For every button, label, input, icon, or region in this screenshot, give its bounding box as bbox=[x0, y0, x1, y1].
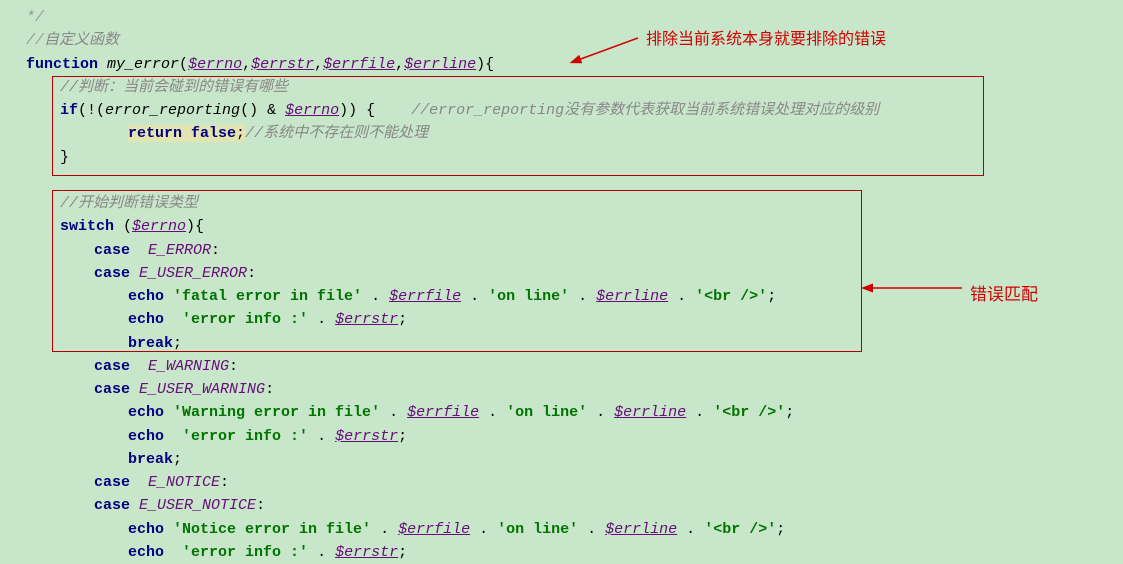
const-error: E_ERROR bbox=[148, 242, 211, 259]
var-file: $errfile bbox=[389, 288, 461, 305]
comment-noexist: //系统中不存在则不能处理 bbox=[245, 125, 428, 142]
const-notice: E_NOTICE bbox=[148, 474, 220, 491]
kw-break: break bbox=[128, 335, 173, 352]
comment-end: */ bbox=[26, 9, 44, 26]
comment-start-judge: //开始判断错误类型 bbox=[60, 195, 198, 212]
comment-slash: // bbox=[26, 32, 44, 49]
kw-return: return bbox=[128, 125, 182, 142]
str-info: 'error info :' bbox=[182, 428, 308, 445]
var-errno: $errno bbox=[285, 102, 339, 119]
kw-case: case bbox=[94, 381, 130, 398]
kw-echo: echo bbox=[128, 428, 164, 445]
kw-case: case bbox=[94, 358, 130, 375]
kw-function: function bbox=[26, 56, 98, 73]
comment-er: //error_reporting没有参数代表获取当前系统错误处理对应的级别 bbox=[411, 102, 879, 119]
fn-error-reporting: error_reporting bbox=[105, 102, 240, 119]
fn-name: my_error bbox=[107, 56, 179, 73]
param-errstr: $errstr bbox=[251, 56, 314, 73]
annotation-top: 排除当前系统本身就要排除的错误 bbox=[646, 28, 886, 53]
var-str: $errstr bbox=[335, 544, 398, 561]
comment-custom-func: 自定义函数 bbox=[44, 32, 119, 49]
const-unotice: E_USER_NOTICE bbox=[139, 497, 256, 514]
kw-case: case bbox=[94, 497, 130, 514]
var-file: $errfile bbox=[398, 521, 470, 538]
kw-false: false bbox=[191, 125, 236, 142]
str-online: 'on line' bbox=[488, 288, 569, 305]
kw-echo: echo bbox=[128, 521, 164, 538]
kw-echo: echo bbox=[128, 311, 164, 328]
kw-echo: echo bbox=[128, 288, 164, 305]
kw-echo: echo bbox=[128, 404, 164, 421]
kw-case: case bbox=[94, 474, 130, 491]
var-line: $errline bbox=[596, 288, 668, 305]
annotation-right: 错误匹配 bbox=[970, 282, 1038, 308]
param-errno: $errno bbox=[188, 56, 242, 73]
kw-switch: switch bbox=[60, 218, 114, 235]
code-block: */ //自定义函数 function my_error($errno,$err… bbox=[0, 0, 1123, 564]
str-br: '<br />' bbox=[704, 521, 776, 538]
var-line: $errline bbox=[614, 404, 686, 421]
kw-case: case bbox=[94, 265, 130, 282]
var-str: $errstr bbox=[335, 428, 398, 445]
var-str: $errstr bbox=[335, 311, 398, 328]
str-br: '<br />' bbox=[695, 288, 767, 305]
var-line: $errline bbox=[605, 521, 677, 538]
str-online: 'on line' bbox=[506, 404, 587, 421]
param-errfile: $errfile bbox=[323, 56, 395, 73]
str-br: '<br />' bbox=[713, 404, 785, 421]
str-fatal: 'fatal error in file' bbox=[173, 288, 362, 305]
var-file: $errfile bbox=[407, 404, 479, 421]
const-uerror: E_USER_ERROR bbox=[139, 265, 247, 282]
kw-if: if bbox=[60, 102, 78, 119]
const-warning: E_WARNING bbox=[148, 358, 229, 375]
kw-case: case bbox=[94, 242, 130, 259]
str-warning: 'Warning error in file' bbox=[173, 404, 380, 421]
kw-echo: echo bbox=[128, 544, 164, 561]
str-notice: 'Notice error in file' bbox=[173, 521, 371, 538]
var-errno2: $errno bbox=[132, 218, 186, 235]
comment-judge: //判断：当前会碰到的错误有哪些 bbox=[60, 79, 288, 96]
str-info: 'error info :' bbox=[182, 311, 308, 328]
const-uwarning: E_USER_WARNING bbox=[139, 381, 265, 398]
str-info: 'error info :' bbox=[182, 544, 308, 561]
str-online: 'on line' bbox=[497, 521, 578, 538]
kw-break: break bbox=[128, 451, 173, 468]
param-errline: $errline bbox=[404, 56, 476, 73]
